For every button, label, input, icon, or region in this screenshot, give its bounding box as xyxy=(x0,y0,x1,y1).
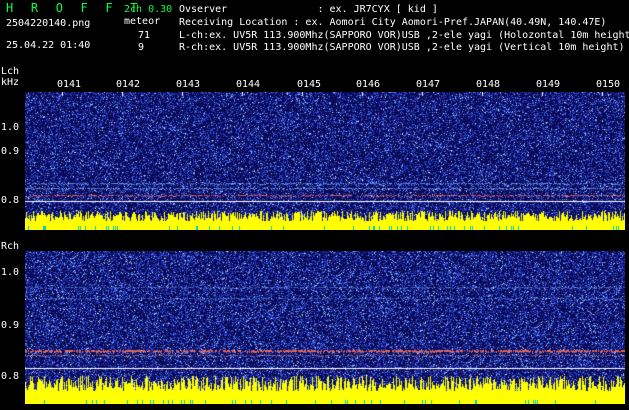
minute-label: 0141 xyxy=(57,79,82,90)
image-filename: 2504220140.png xyxy=(6,18,91,29)
capture-datetime: 25.04.22 01:40 xyxy=(6,40,91,51)
meteor-count-lch: 71 xyxy=(138,30,151,41)
lch-channel-label: Lch xyxy=(1,66,20,77)
minute-label: 0148 xyxy=(476,79,501,90)
minute-label: 0147 xyxy=(416,79,441,90)
minute-label: 0142 xyxy=(116,79,141,90)
lch-freq-tick: 0.8 xyxy=(1,195,20,206)
app-title: H R O F F T xyxy=(6,1,143,15)
rch-freq-tick: 1.0 xyxy=(1,267,20,278)
minute-label: 0145 xyxy=(297,79,322,90)
minute-label: 0149 xyxy=(536,79,561,90)
lch-config-line: L-ch:ex. UV5R 113.900Mhz(SAPPORO VOR)USB… xyxy=(179,30,629,41)
minute-label: 0143 xyxy=(176,79,201,90)
minute-label: 0150 xyxy=(596,79,621,90)
lch-freq-tick: 0.9 xyxy=(1,146,20,157)
location-line: Receiving Location : ex. Aomori City Aom… xyxy=(179,17,607,28)
rch-freq-tick: 0.9 xyxy=(1,320,20,331)
rch-channel-label: Rch xyxy=(1,241,20,252)
version-label: 2ch 0.30 xyxy=(124,4,173,15)
meteor-count-label: meteor xyxy=(124,16,161,27)
meteor-count-rch: 9 xyxy=(138,42,145,53)
observer-line: Ovserver : ex. JR7CYX [ kid ] xyxy=(179,4,438,15)
rch-freq-tick: 0.8 xyxy=(1,371,20,382)
rch-config-line: R-ch:ex. UV5R 113.900Mhz(SAPPORO VOR)USB… xyxy=(179,42,625,53)
lch-spectrogram[interactable] xyxy=(25,92,625,230)
lch-freq-tick: 1.0 xyxy=(1,122,20,133)
rch-spectrogram[interactable] xyxy=(25,251,625,404)
minute-label: 0146 xyxy=(356,79,381,90)
minute-label: 0144 xyxy=(236,79,261,90)
lch-unit-label: kHz xyxy=(1,77,20,88)
